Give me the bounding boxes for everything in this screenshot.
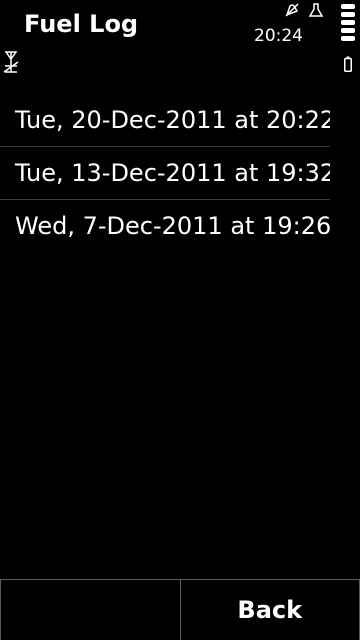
status-clock: 20:24 xyxy=(254,26,303,46)
alarm-icon xyxy=(285,3,299,17)
left-softkey[interactable] xyxy=(0,580,181,640)
signal-icon xyxy=(3,51,19,73)
back-button[interactable]: Back xyxy=(181,580,360,640)
screen: Fuel Log 20:24 Tue, 20-Dec-2011 at 20:22… xyxy=(0,0,360,640)
battery-level-indicator xyxy=(341,4,355,44)
profile-icon xyxy=(308,3,324,17)
fuel-log-list: Tue, 20-Dec-2011 at 20:22 Tue, 13-Dec-20… xyxy=(0,94,360,253)
log-entry-3[interactable]: Wed, 7-Dec-2011 at 19:26 xyxy=(0,200,330,253)
battery-icon xyxy=(344,56,352,72)
softkey-bar: Back xyxy=(0,579,360,640)
log-entry-1[interactable]: Tue, 20-Dec-2011 at 20:22 xyxy=(0,94,330,147)
log-entry-2[interactable]: Tue, 13-Dec-2011 at 19:32 xyxy=(0,147,330,200)
page-title: Fuel Log xyxy=(24,10,139,38)
